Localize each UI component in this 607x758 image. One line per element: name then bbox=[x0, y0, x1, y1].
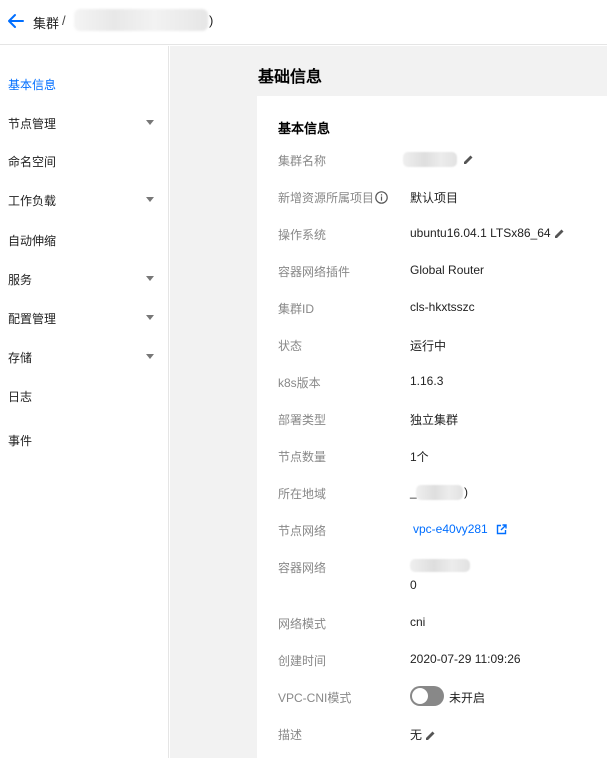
sidebar-item-service[interactable]: 服务 bbox=[0, 264, 168, 294]
field-label: 描述 bbox=[278, 728, 303, 742]
field-label: 集群ID bbox=[278, 302, 315, 316]
redacted-region bbox=[416, 485, 463, 500]
field-label: 节点网络 bbox=[278, 524, 327, 538]
external-link-icon[interactable] bbox=[496, 524, 507, 535]
sidebar-item-label: 存储 bbox=[8, 350, 33, 365]
field-label: 所在地域 bbox=[278, 487, 327, 501]
field-region: 所在地域 _ ) bbox=[257, 482, 607, 502]
field-value-suffix: ) bbox=[464, 485, 468, 499]
field-os: 操作系统 ubuntu16.04.1 LTSx86_64 bbox=[257, 223, 607, 243]
main-content: 基础信息 基本信息 集群名称 新增资源所属项目 默认项目 操作系统 ubuntu… bbox=[170, 46, 607, 758]
field-value: ubuntu16.04.1 LTSx86_64 bbox=[410, 226, 565, 240]
sidebar-item-label: 节点管理 bbox=[8, 116, 57, 131]
sidebar-item-autoscaling[interactable]: 自动伸缩 bbox=[0, 225, 168, 255]
field-value: 1个 bbox=[410, 450, 429, 464]
caret-down-icon bbox=[146, 354, 154, 359]
status-value: 运行中 bbox=[410, 339, 447, 353]
card-title: 基本信息 bbox=[278, 121, 331, 136]
vpc-link[interactable]: vpc-e40vy281 bbox=[413, 522, 507, 536]
redacted-cluster-name bbox=[74, 9, 208, 31]
field-network-plugin: 容器网络插件 Global Router bbox=[257, 260, 607, 280]
sidebar-item-label: 事件 bbox=[8, 433, 33, 448]
caret-down-icon bbox=[146, 197, 154, 202]
field-container-network: 容器网络 0 bbox=[257, 556, 607, 592]
sidebar-item-config[interactable]: 配置管理 bbox=[0, 303, 168, 333]
field-created: 创建时间 2020-07-29 11:09:26 bbox=[257, 649, 607, 669]
caret-down-icon bbox=[146, 276, 154, 281]
field-label: 状态 bbox=[278, 339, 303, 353]
field-node-count: 节点数量 1个 bbox=[257, 445, 607, 465]
pencil-icon[interactable] bbox=[425, 730, 436, 741]
field-project: 新增资源所属项目 默认项目 bbox=[257, 186, 607, 206]
page-title: 基础信息 bbox=[258, 69, 323, 86]
field-deploy-type: 部署类型 独立集群 bbox=[257, 408, 607, 428]
field-status: 状态 运行中 bbox=[257, 334, 607, 354]
pencil-icon[interactable] bbox=[463, 154, 474, 165]
top-bar: 集群 / ) bbox=[0, 0, 607, 45]
breadcrumb-end: ) bbox=[209, 13, 214, 28]
breadcrumb-cluster-link[interactable]: 集群 bbox=[33, 13, 59, 32]
field-label: 容器网络 bbox=[278, 561, 327, 575]
caret-down-icon bbox=[146, 315, 154, 320]
sidebar-item-label: 服务 bbox=[8, 272, 33, 287]
field-value: 1.16.3 bbox=[410, 374, 444, 388]
sidebar-item-label: 配置管理 bbox=[8, 311, 57, 326]
breadcrumb-separator: / bbox=[62, 13, 66, 28]
field-vpc-cni: VPC-CNI模式 未开启 bbox=[257, 686, 607, 706]
sidebar-item-workload[interactable]: 工作负载 bbox=[0, 185, 168, 215]
info-icon[interactable] bbox=[375, 191, 388, 204]
field-description: 描述 无 bbox=[257, 723, 607, 743]
caret-down-icon bbox=[146, 120, 154, 125]
field-value: cni bbox=[410, 615, 426, 629]
field-label: 节点数量 bbox=[278, 450, 327, 464]
field-value: 无 bbox=[410, 726, 436, 743]
redacted-cluster-name bbox=[403, 152, 457, 167]
toggle-status-text: 未开启 bbox=[449, 691, 486, 705]
sidebar-item-namespace[interactable]: 命名空间 bbox=[0, 146, 168, 176]
field-value: 默认项目 bbox=[410, 191, 459, 205]
sidebar-item-label: 命名空间 bbox=[8, 154, 57, 169]
sidebar: 基本信息 节点管理 命名空间 工作负载 自动伸缩 服务 配置管理 存储 日志 事… bbox=[0, 46, 169, 758]
sidebar-item-label: 自动伸缩 bbox=[8, 233, 57, 248]
redacted-container-network bbox=[410, 559, 470, 572]
sidebar-item-storage[interactable]: 存储 bbox=[0, 342, 168, 372]
field-cluster-id: 集群ID cls-hkxtsszc bbox=[257, 297, 607, 317]
vpc-cni-toggle[interactable] bbox=[410, 686, 444, 706]
field-value-line2: 0 bbox=[410, 578, 417, 592]
sidebar-item-label: 日志 bbox=[8, 389, 33, 404]
field-cluster-name: 集群名称 bbox=[257, 149, 607, 169]
field-label: 集群名称 bbox=[278, 154, 327, 168]
field-k8s-version: k8s版本 1.16.3 bbox=[257, 371, 607, 391]
field-label: 创建时间 bbox=[278, 654, 327, 668]
field-label: 新增资源所属项目 bbox=[278, 189, 388, 206]
field-network-mode: 网络模式 cni bbox=[257, 612, 607, 632]
field-value: Global Router bbox=[410, 263, 485, 277]
field-value: 2020-07-29 11:09:26 bbox=[410, 652, 521, 666]
field-value: 独立集群 bbox=[410, 413, 459, 427]
sidebar-item-label: 基本信息 bbox=[8, 77, 57, 92]
sidebar-item-node-management[interactable]: 节点管理 bbox=[0, 108, 168, 138]
sidebar-item-events[interactable]: 事件 bbox=[0, 425, 168, 455]
pencil-icon[interactable] bbox=[554, 228, 565, 239]
field-label: 网络模式 bbox=[278, 617, 327, 631]
toggle-knob bbox=[412, 688, 428, 704]
basic-info-card: 基本信息 集群名称 新增资源所属项目 默认项目 操作系统 ubuntu16.04… bbox=[257, 96, 607, 758]
sidebar-item-logs[interactable]: 日志 bbox=[0, 381, 168, 411]
field-label: 操作系统 bbox=[278, 228, 327, 242]
field-label: 容器网络插件 bbox=[278, 265, 351, 279]
field-label: 部署类型 bbox=[278, 413, 327, 427]
field-node-network: 节点网络 vpc-e40vy281 bbox=[257, 519, 607, 539]
arrow-left-icon[interactable] bbox=[7, 12, 25, 30]
field-label: VPC-CNI模式 bbox=[278, 691, 352, 705]
sidebar-item-basic-info[interactable]: 基本信息 bbox=[0, 69, 168, 99]
field-label: k8s版本 bbox=[278, 376, 321, 390]
field-value: cls-hkxtsszc bbox=[410, 300, 475, 314]
sidebar-item-label: 工作负载 bbox=[8, 193, 57, 208]
